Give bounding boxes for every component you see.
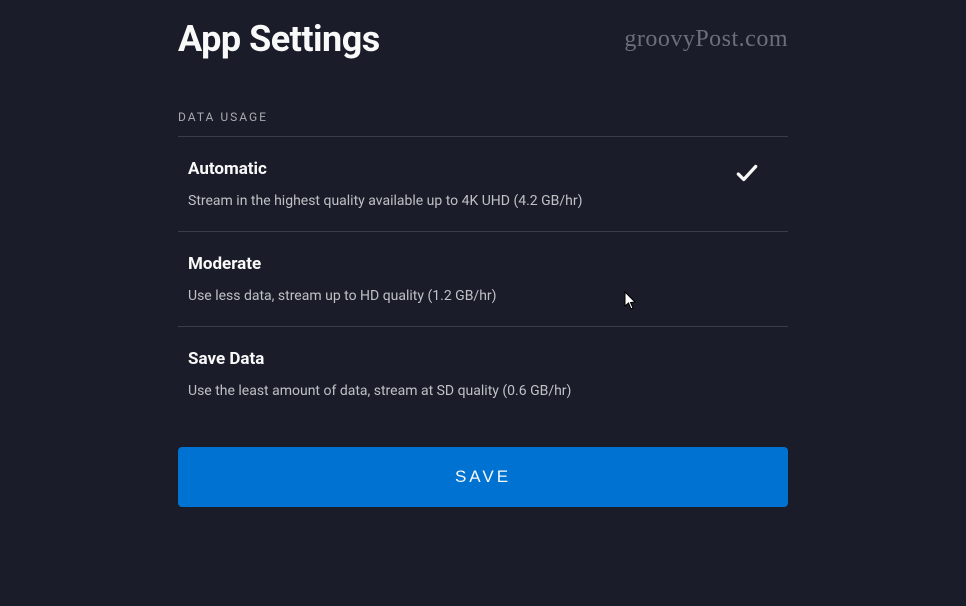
option-moderate[interactable]: Moderate Use less data, stream up to HD … (178, 232, 788, 327)
option-title: Moderate (188, 254, 778, 274)
checkmark-icon (734, 160, 760, 190)
watermark: groovyPost.com (624, 26, 788, 53)
section-label-data-usage: DATA USAGE (178, 110, 788, 137)
option-save-data[interactable]: Save Data Use the least amount of data, … (178, 327, 788, 421)
page-title: App Settings (178, 18, 380, 60)
option-description: Stream in the highest quality available … (188, 193, 734, 209)
option-automatic[interactable]: Automatic Stream in the highest quality … (178, 137, 788, 232)
option-description: Use less data, stream up to HD quality (… (188, 288, 778, 304)
option-title: Automatic (188, 159, 734, 179)
option-title: Save Data (188, 349, 778, 369)
save-button[interactable]: SAVE (178, 447, 788, 507)
option-description: Use the least amount of data, stream at … (188, 383, 778, 399)
